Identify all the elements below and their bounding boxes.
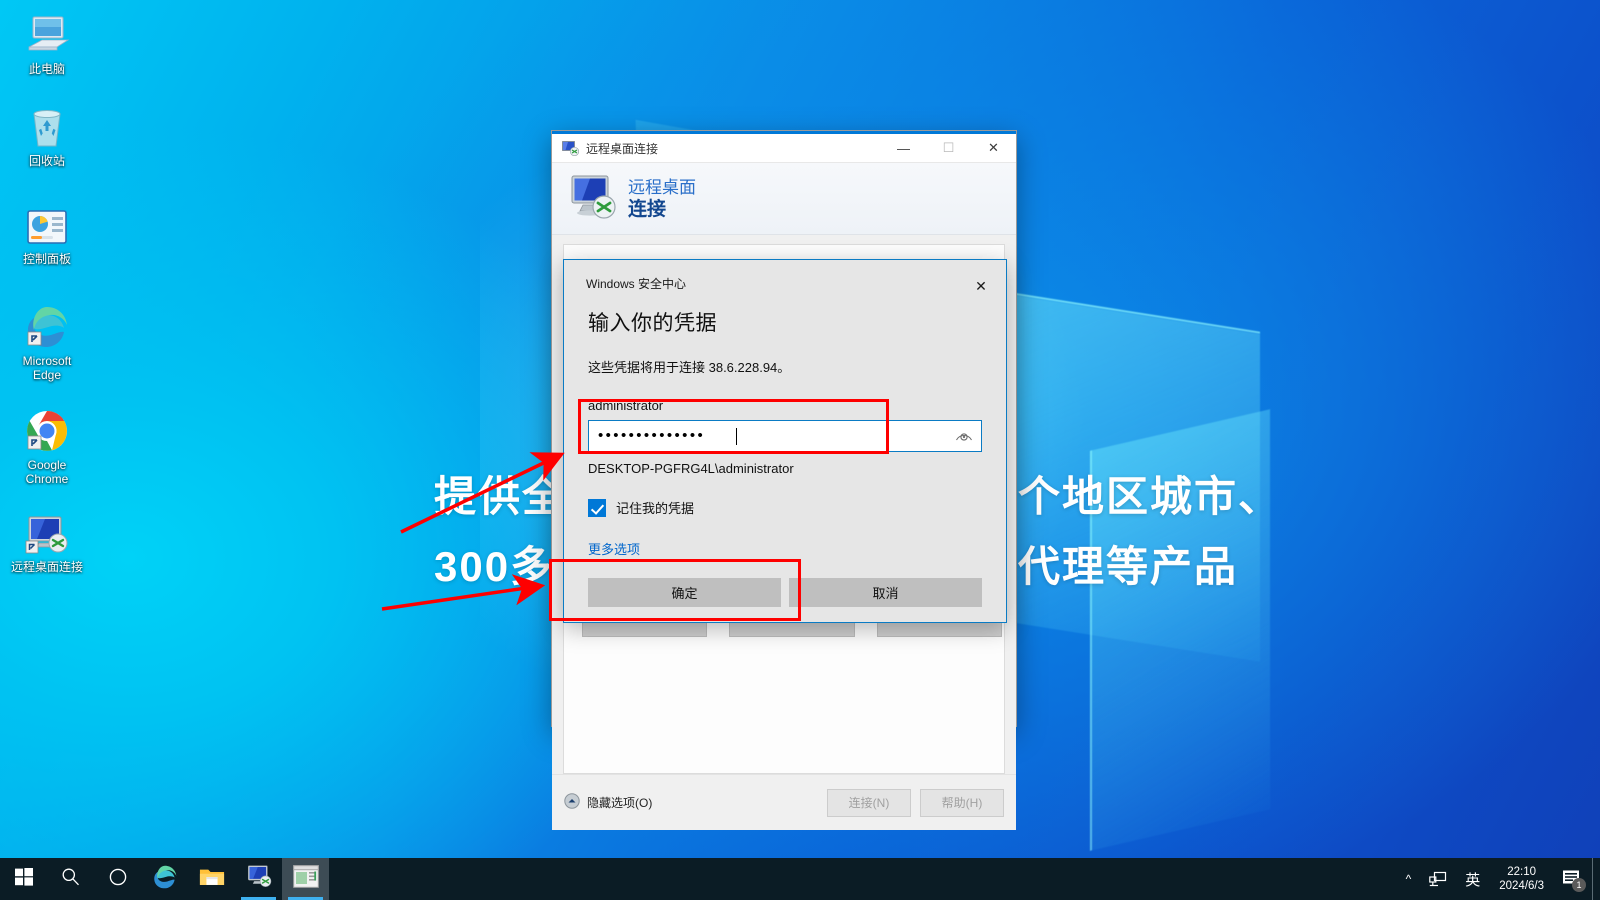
system-tray[interactable]: ^ 英 22:10 2024/6/3 1 bbox=[1397, 858, 1600, 900]
search-icon bbox=[61, 867, 80, 891]
clock-time: 22:10 bbox=[1507, 866, 1536, 878]
cancel-button[interactable]: 取消 bbox=[789, 578, 982, 607]
desktop-icon-label: 控制面板 bbox=[22, 252, 71, 266]
ok-button[interactable]: 确定 bbox=[588, 578, 781, 607]
taskbar-item-file-explorer[interactable] bbox=[188, 858, 235, 900]
control-panel-icon bbox=[8, 198, 86, 248]
desktop-icon-label: Google Chrome bbox=[25, 458, 69, 486]
cortana-circle-icon bbox=[109, 868, 127, 891]
watermark-line2-left: 300多 bbox=[434, 543, 555, 590]
rdp-banner-line2: 连接 bbox=[628, 198, 667, 220]
more-options-link[interactable]: 更多选项 bbox=[588, 539, 640, 558]
desktop-icon-label: 此电脑 bbox=[28, 62, 65, 76]
remote-desktop-icon bbox=[562, 140, 580, 156]
windows-security-credential-dialog[interactable]: Windows 安全中心 ✕ 输入你的凭据 这些凭据将用于连接 38.6.228… bbox=[563, 259, 1007, 623]
show-desktop-button[interactable] bbox=[1592, 858, 1600, 900]
cortana-button[interactable] bbox=[94, 858, 141, 900]
desktop-icon-label: Microsoft Edge bbox=[22, 354, 72, 382]
maximize-button[interactable]: ☐ bbox=[926, 134, 971, 162]
dialog-body: 输入你的凭据 这些凭据将用于连接 38.6.228.94。 administra… bbox=[564, 307, 1006, 607]
remote-desktop-logo-icon bbox=[566, 173, 620, 225]
window-title-bar[interactable]: 远程桌面连接 — ☐ ✕ bbox=[552, 134, 1016, 163]
network-icon[interactable] bbox=[1420, 858, 1456, 900]
dialog-app-name: Windows 安全中心 bbox=[586, 277, 687, 291]
notification-badge: 1 bbox=[1572, 878, 1586, 892]
connect-button[interactable]: 连接(N) bbox=[827, 788, 911, 817]
rdp-banner: 远程桌面 连接 bbox=[552, 163, 1016, 235]
chevron-up-circle-icon bbox=[564, 793, 580, 812]
close-button[interactable]: ✕ bbox=[971, 134, 1016, 162]
remote-desktop-icon bbox=[245, 864, 273, 894]
watermark-line2-right: 代理等产品 bbox=[1018, 543, 1239, 590]
dialog-buttons: 确定 取消 bbox=[588, 578, 982, 607]
desktop-icon-recycle-bin[interactable]: 回收站 bbox=[8, 100, 86, 168]
desktop-icon-remote-desktop[interactable]: 远程桌面连接 bbox=[8, 506, 86, 574]
taskbar-item-remote-desktop-connection[interactable] bbox=[235, 858, 282, 900]
desktop-icon-google-chrome[interactable]: Google Chrome bbox=[8, 404, 86, 486]
remember-credentials-checkbox[interactable] bbox=[588, 498, 606, 517]
rdp-footer: 隐藏选项(O) 连接(N) 帮助(H) bbox=[552, 774, 1016, 830]
desktop-icon-this-pc[interactable]: 此电脑 bbox=[8, 8, 86, 76]
password-value: •••••••••••••• bbox=[598, 427, 706, 444]
hide-options-toggle[interactable]: 隐藏选项(O) bbox=[564, 793, 652, 812]
start-button[interactable] bbox=[0, 858, 47, 900]
clock[interactable]: 22:10 2024/6/3 bbox=[1489, 858, 1554, 900]
text-caret bbox=[736, 428, 737, 445]
desktop-icon-control-panel[interactable]: 控制面板 bbox=[8, 198, 86, 266]
close-icon[interactable]: ✕ bbox=[966, 273, 996, 299]
desktop-icon-label: 回收站 bbox=[28, 154, 65, 168]
remember-credentials-label: 记住我的凭据 bbox=[616, 501, 695, 516]
microsoft-edge-icon bbox=[152, 864, 178, 895]
dialog-header: Windows 安全中心 ✕ bbox=[564, 260, 1006, 299]
desktop-icon-label: 远程桌面连接 bbox=[10, 560, 83, 574]
help-button[interactable]: 帮助(H) bbox=[920, 788, 1004, 817]
password-field[interactable]: •••••••••••••• bbox=[588, 420, 982, 452]
action-center-button[interactable]: 1 bbox=[1554, 858, 1592, 900]
watermark-line1-right: 个地区城市、 bbox=[1018, 473, 1283, 520]
dialog-subtitle: 这些凭据将用于连接 38.6.228.94。 bbox=[588, 360, 791, 375]
desktop-icon-microsoft-edge[interactable]: Microsoft Edge bbox=[8, 300, 86, 382]
tray-chevron-up-button[interactable]: ^ bbox=[1397, 858, 1421, 900]
username-label: administrator bbox=[588, 398, 664, 413]
google-chrome-icon bbox=[8, 404, 86, 454]
minimize-button[interactable]: — bbox=[881, 134, 926, 162]
watermark-line1-left: 提供全 bbox=[434, 473, 567, 520]
taskbar[interactable]: ^ 英 22:10 2024/6/3 1 bbox=[0, 858, 1600, 900]
eye-reveal-icon[interactable] bbox=[951, 423, 977, 449]
remember-credentials-row[interactable]: 记住我的凭据 bbox=[588, 498, 982, 517]
window-title: 远程桌面连接 bbox=[586, 141, 659, 156]
ime-indicator[interactable]: 英 bbox=[1456, 858, 1489, 900]
this-pc-icon bbox=[8, 8, 86, 58]
microsoft-edge-icon bbox=[8, 300, 86, 350]
file-explorer-icon bbox=[199, 865, 225, 894]
windows-start-icon bbox=[14, 867, 33, 891]
clock-date: 2024/6/3 bbox=[1499, 880, 1544, 892]
hide-options-label: 隐藏选项(O) bbox=[587, 796, 653, 810]
search-button[interactable] bbox=[47, 858, 94, 900]
taskbar-item-foreground-app[interactable] bbox=[282, 858, 329, 900]
dialog-heading: 输入你的凭据 bbox=[588, 312, 717, 335]
recycle-bin-icon bbox=[8, 100, 86, 150]
window-app-icon bbox=[292, 865, 319, 893]
rdp-banner-line1: 远程桌面 bbox=[628, 177, 696, 197]
domain-user-label: DESKTOP-PGFRG4L\administrator bbox=[588, 461, 794, 476]
remote-desktop-icon bbox=[8, 506, 86, 556]
taskbar-item-microsoft-edge[interactable] bbox=[141, 858, 188, 900]
